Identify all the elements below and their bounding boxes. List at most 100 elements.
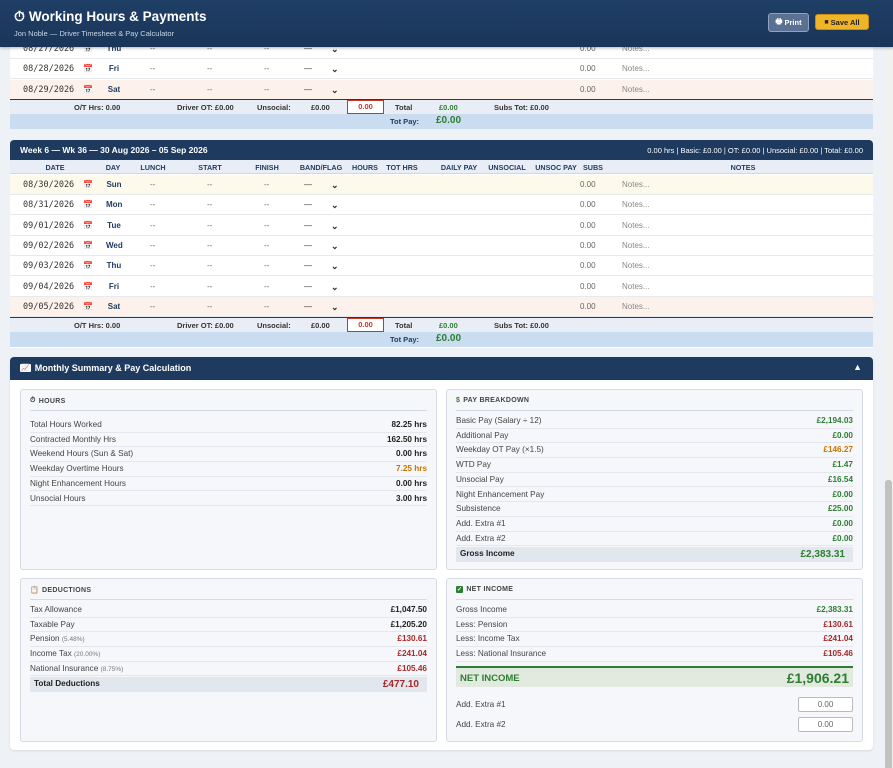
band-flag-select[interactable]: — — [304, 80, 312, 100]
summary-row-value: £0.00 — [832, 533, 854, 543]
band-flag-select[interactable]: — — [304, 59, 312, 79]
date-input[interactable]: 09/01/2026 — [23, 216, 74, 236]
finish-select[interactable]: -- — [264, 216, 269, 236]
label-text: Less: Income Tax — [456, 634, 520, 644]
start-select[interactable]: -- — [207, 59, 212, 79]
collapse-icon[interactable]: ▲ — [853, 362, 862, 372]
calendar-icon[interactable]: 📅 — [83, 297, 93, 317]
calendar-icon[interactable]: 📅 — [83, 80, 93, 100]
date-input[interactable]: 08/29/2026 — [23, 80, 74, 100]
calendar-icon[interactable]: 📅 — [83, 236, 93, 256]
week-summary-row: O/T Hrs: 0.00 Driver OT: £0.00 Unsocial: £0… — [10, 317, 873, 332]
notes-input[interactable]: Notes... — [622, 256, 650, 276]
finish-select[interactable]: -- — [264, 80, 269, 100]
notes-input[interactable]: Notes... — [622, 195, 650, 215]
chevron-down-icon[interactable]: ⌄ — [331, 216, 339, 236]
lunch-select[interactable]: -- — [150, 80, 155, 100]
notes-input[interactable]: Notes... — [622, 236, 650, 256]
finish-select[interactable]: -- — [264, 277, 269, 297]
lunch-select[interactable]: -- — [150, 256, 155, 276]
band-flag-select[interactable]: — — [304, 256, 312, 276]
hours-card: ⏱ HOURS Total Hours Worked 82.25 hrs Contra… — [20, 389, 437, 570]
summary-row-label: Additional Pay — [456, 431, 508, 440]
extra-label: Add. Extra #1 — [456, 700, 506, 709]
date-input[interactable]: 09/03/2026 — [23, 256, 74, 276]
start-select[interactable]: -- — [207, 195, 212, 215]
hours-total-box: 0.00 — [347, 318, 384, 332]
finish-select[interactable]: -- — [264, 297, 269, 317]
date-input[interactable]: 08/28/2026 — [23, 59, 74, 79]
lunch-select[interactable]: -- — [150, 216, 155, 236]
summary-row-label: Unsocial Hours — [30, 494, 86, 503]
chevron-down-icon[interactable]: ⌄ — [331, 80, 339, 100]
chevron-down-icon[interactable]: ⌄ — [331, 256, 339, 276]
lunch-select[interactable]: -- — [150, 277, 155, 297]
lunch-select[interactable]: -- — [150, 236, 155, 256]
start-select[interactable]: -- — [207, 256, 212, 276]
band-flag-select[interactable]: — — [304, 175, 312, 195]
calendar-icon[interactable]: 📅 — [83, 59, 93, 79]
band-flag-select[interactable]: — — [304, 297, 312, 317]
start-select[interactable]: -- — [207, 175, 212, 195]
calendar-icon[interactable]: 📅 — [83, 256, 93, 276]
lunch-select[interactable]: -- — [150, 59, 155, 79]
finish-select[interactable]: -- — [264, 175, 269, 195]
finish-select[interactable]: -- — [264, 256, 269, 276]
lunch-select[interactable]: -- — [150, 297, 155, 317]
start-select[interactable]: -- — [207, 297, 212, 317]
date-input[interactable]: 09/02/2026 — [23, 236, 74, 256]
date-input[interactable]: 08/31/2026 — [23, 195, 74, 215]
notes-input[interactable]: Notes... — [622, 80, 650, 100]
chevron-down-icon[interactable]: ⌄ — [331, 297, 339, 317]
summary-row-value: £16.54 — [827, 474, 853, 484]
column-header: FINISH — [255, 163, 279, 172]
band-flag-select[interactable]: — — [304, 195, 312, 215]
lunch-select[interactable]: -- — [150, 175, 155, 195]
start-select[interactable]: -- — [207, 216, 212, 236]
add-extra-2-input[interactable] — [798, 717, 853, 732]
band-flag-select[interactable]: — — [304, 236, 312, 256]
notes-input[interactable]: Notes... — [622, 277, 650, 297]
add-extra-1-input[interactable] — [798, 697, 853, 712]
finish-select[interactable]: -- — [264, 59, 269, 79]
notes-input[interactable]: Notes... — [622, 216, 650, 236]
save-all-button[interactable]: ■ Save All — [815, 14, 869, 30]
start-select[interactable]: -- — [207, 236, 212, 256]
chevron-down-icon[interactable]: ⌄ — [331, 59, 339, 79]
notes-input[interactable]: Notes... — [622, 59, 650, 79]
monthly-summary-header[interactable]: 📈 Monthly Summary & Pay Calculation ▲ — [10, 357, 873, 380]
column-header: UNSOC PAY — [535, 163, 577, 172]
date-input[interactable]: 08/30/2026 — [23, 175, 74, 195]
summary-row: WTD Pay £1.47 — [456, 458, 853, 473]
chevron-down-icon[interactable]: ⌄ — [331, 175, 339, 195]
chevron-down-icon[interactable]: ⌄ — [331, 277, 339, 297]
chevron-down-icon[interactable]: ⌄ — [331, 195, 339, 215]
notes-input[interactable]: Notes... — [622, 175, 650, 195]
date-input[interactable]: 09/05/2026 — [23, 297, 74, 317]
calendar-icon[interactable]: 📅 — [83, 175, 93, 195]
label-text: Weekday Overtime Hours — [30, 464, 124, 474]
calendar-icon[interactable]: 📅 — [83, 195, 93, 215]
finish-select[interactable]: -- — [264, 195, 269, 215]
label-text: Subsistence — [456, 504, 501, 514]
calendar-icon[interactable]: 📅 — [83, 216, 93, 236]
summary-row-value: £0.00 — [832, 489, 854, 499]
scrollbar-thumb[interactable] — [885, 480, 892, 768]
print-button[interactable]: 🖶 Print — [768, 13, 809, 32]
vertical-scrollbar[interactable] — [884, 47, 893, 768]
notes-input[interactable]: Notes... — [622, 297, 650, 317]
hours-total-box: 0.00 — [347, 100, 384, 114]
finish-select[interactable]: -- — [264, 236, 269, 256]
start-select[interactable]: -- — [207, 80, 212, 100]
deductions-card: 📋 DEDUCTIONS Tax Allowance £1,047.50 Taxabl… — [20, 578, 437, 742]
monthly-summary-section: 📈 Monthly Summary & Pay Calculation ▲ ⏱ H… — [10, 357, 873, 750]
chevron-down-icon[interactable]: ⌄ — [331, 236, 339, 256]
calendar-icon[interactable]: 📅 — [83, 277, 93, 297]
app-title: ⏱ Working Hours & Payments — [14, 8, 206, 25]
label-text: Night Enhancement Pay — [456, 489, 545, 499]
start-select[interactable]: -- — [207, 277, 212, 297]
date-input[interactable]: 09/04/2026 — [23, 277, 74, 297]
band-flag-select[interactable]: — — [304, 277, 312, 297]
band-flag-select[interactable]: — — [304, 216, 312, 236]
lunch-select[interactable]: -- — [150, 195, 155, 215]
